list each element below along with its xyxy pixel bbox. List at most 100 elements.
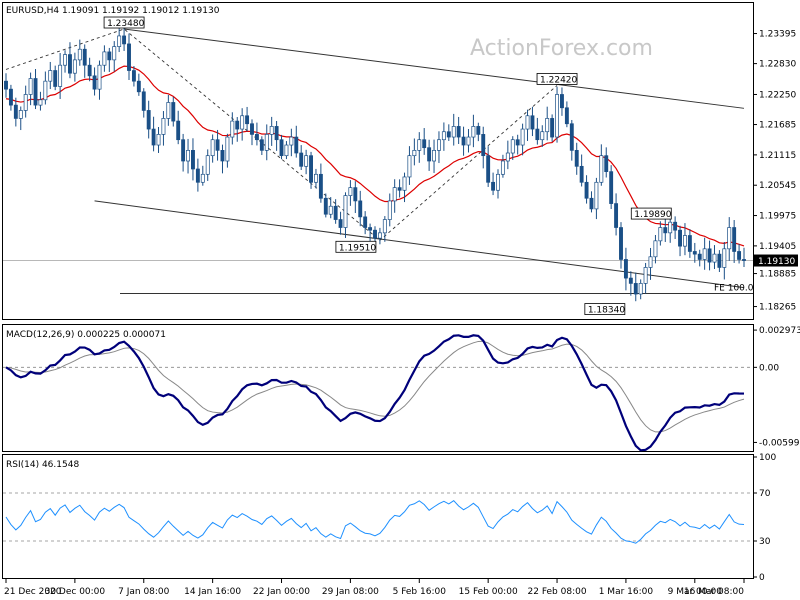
candle-body: [210, 139, 215, 157]
candle-body: [373, 229, 377, 239]
candle-body: [122, 35, 127, 45]
candle-body: [146, 110, 151, 130]
candle-body: [560, 94, 564, 109]
candle-body: [668, 221, 673, 234]
x-tick-label: 16 Mar 08:00: [684, 587, 744, 597]
price-tick-label: 1.23395: [759, 30, 796, 40]
candle-body: [8, 88, 13, 106]
candle-body: [33, 78, 38, 106]
x-tick-label: 22 Jan 00:00: [253, 587, 310, 597]
candle-body: [510, 139, 515, 154]
price-tick-label: 1.19975: [759, 212, 796, 222]
candle-body: [107, 51, 112, 61]
candle-body: [496, 173, 500, 191]
candle-body: [619, 227, 623, 260]
candle-body: [687, 235, 692, 252]
candle-body: [377, 232, 382, 239]
price-tick-label: 1.22250: [759, 90, 796, 100]
candle-body: [363, 216, 368, 228]
candle-body: [230, 120, 235, 138]
macd-tick-label: -0.005996: [759, 438, 800, 448]
candle-body: [545, 118, 550, 133]
candle-body: [702, 248, 707, 260]
candle-body: [235, 120, 240, 130]
chart-background: [0, 0, 800, 600]
candle-body: [176, 120, 181, 141]
candle-body: [240, 115, 245, 130]
candle-body: [638, 283, 643, 295]
candle-body: [72, 59, 77, 74]
candle-body: [368, 227, 373, 231]
level-label: 1.23480: [107, 19, 144, 29]
candle-body: [195, 168, 200, 183]
candle-body: [525, 115, 530, 130]
candle-body: [299, 152, 304, 167]
x-tick-label: 7 Jan 08:00: [118, 587, 170, 597]
macd-tick-label: 0.00: [759, 363, 779, 373]
candle-body: [417, 139, 422, 151]
candle-body: [4, 80, 8, 90]
level-label: 1.19510: [339, 243, 376, 253]
candle-body: [451, 126, 456, 138]
x-tick-label: 15 Feb 00:00: [459, 587, 518, 597]
candle-body: [564, 107, 569, 125]
level-label: 1.19890: [634, 210, 671, 220]
candle-body: [461, 136, 466, 146]
candle-body: [574, 150, 579, 167]
candle-body: [742, 259, 746, 261]
candle-body: [500, 160, 505, 175]
rsi-tick-label: 70: [759, 489, 771, 499]
candle-body: [77, 48, 82, 61]
candle-body: [250, 123, 254, 135]
candle-body: [437, 139, 441, 151]
candle-body: [43, 80, 48, 101]
candle-body: [264, 134, 269, 151]
price-tick-label: 1.21115: [759, 151, 796, 161]
candle-body: [117, 35, 122, 47]
current-price-label: 1.19130: [758, 257, 795, 267]
candle-body: [191, 150, 195, 170]
watermark: ActionForex.com: [470, 36, 653, 61]
chart-canvas: ActionForex.com EURUSD,H4 1.19091 1.1919…: [0, 0, 800, 600]
candle-body: [131, 70, 136, 82]
candle-body: [68, 54, 72, 74]
candle-body: [245, 115, 250, 125]
price-tick-label: 1.20545: [759, 181, 796, 191]
candle-body: [328, 205, 333, 215]
candle-body: [200, 173, 205, 183]
price-tick-label: 1.19405: [759, 242, 796, 252]
fib-label: FE 100.0: [714, 284, 754, 294]
candle-body: [697, 253, 702, 260]
candle-body: [38, 99, 43, 106]
candle-body: [722, 248, 727, 268]
candle-body: [599, 155, 604, 183]
macd-tick-label: 0.002973: [759, 326, 800, 336]
candle-body: [289, 136, 294, 146]
price-tick-label: 1.22830: [759, 60, 796, 70]
candle-body: [584, 181, 589, 199]
candle-body: [737, 251, 742, 260]
candle-body: [441, 131, 446, 141]
candle-body: [683, 235, 687, 247]
candle-body: [151, 128, 156, 146]
candle-body: [333, 205, 338, 220]
candle-body: [225, 136, 230, 162]
rsi-tick-label: 30: [759, 537, 771, 547]
candle-body: [318, 173, 323, 199]
candle-body: [658, 227, 663, 242]
candle-body: [92, 75, 97, 90]
candle-body: [648, 256, 653, 268]
candle-body: [633, 283, 638, 295]
candle-body: [220, 150, 225, 162]
rsi-tick-label: 0: [759, 573, 765, 583]
candle-body: [446, 131, 451, 138]
candle-body: [382, 219, 387, 234]
x-tick-label: 5 Feb 16:00: [393, 587, 447, 597]
candle-body: [589, 197, 594, 210]
candle-body: [28, 78, 33, 95]
candle-body: [456, 126, 461, 138]
candle-body: [717, 253, 722, 268]
candle-body: [161, 118, 166, 135]
candle-body: [269, 126, 274, 135]
candle-body: [481, 134, 486, 157]
